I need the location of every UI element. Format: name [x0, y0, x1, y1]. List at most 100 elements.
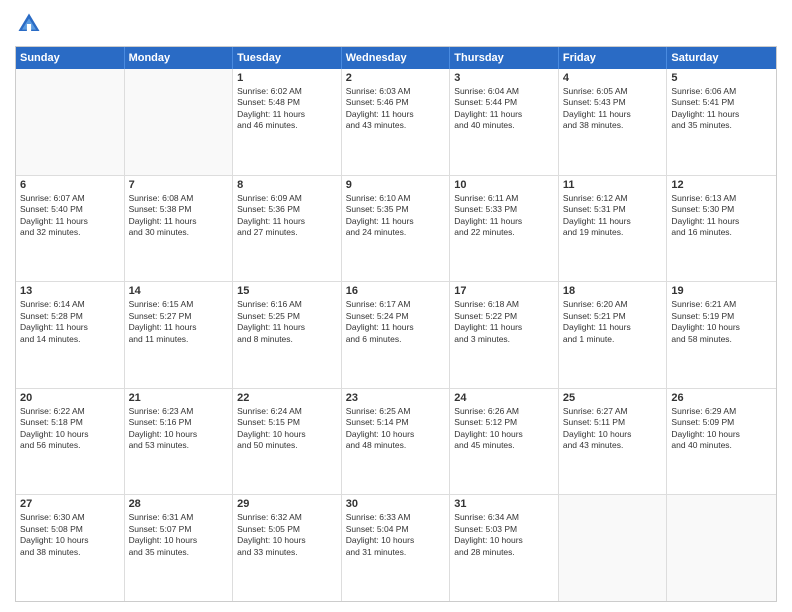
day-number: 4 — [563, 72, 663, 84]
cell-info-line: and 40 minutes. — [671, 440, 772, 451]
calendar-cell: 27Sunrise: 6:30 AMSunset: 5:08 PMDayligh… — [16, 495, 125, 601]
day-number: 31 — [454, 498, 554, 510]
calendar-cell: 12Sunrise: 6:13 AMSunset: 5:30 PMDayligh… — [667, 176, 776, 282]
cell-info-line: and 40 minutes. — [454, 120, 554, 131]
cell-info-line: Daylight: 11 hours — [454, 322, 554, 333]
cell-info-line: Sunrise: 6:31 AM — [129, 512, 229, 523]
day-number: 29 — [237, 498, 337, 510]
calendar-cell: 18Sunrise: 6:20 AMSunset: 5:21 PMDayligh… — [559, 282, 668, 388]
day-number: 2 — [346, 72, 446, 84]
calendar-cell: 29Sunrise: 6:32 AMSunset: 5:05 PMDayligh… — [233, 495, 342, 601]
calendar: SundayMondayTuesdayWednesdayThursdayFrid… — [15, 46, 777, 602]
cell-info-line: Daylight: 10 hours — [671, 322, 772, 333]
calendar-header: SundayMondayTuesdayWednesdayThursdayFrid… — [16, 47, 776, 69]
calendar-cell: 2Sunrise: 6:03 AMSunset: 5:46 PMDaylight… — [342, 69, 451, 175]
cell-info-line: Sunset: 5:27 PM — [129, 311, 229, 322]
cell-info-line: and 19 minutes. — [563, 227, 663, 238]
calendar-cell: 7Sunrise: 6:08 AMSunset: 5:38 PMDaylight… — [125, 176, 234, 282]
cell-info-line: Daylight: 10 hours — [454, 535, 554, 546]
cell-info-line: Daylight: 11 hours — [671, 109, 772, 120]
cell-info-line: and 28 minutes. — [454, 547, 554, 558]
cell-info-line: Daylight: 10 hours — [346, 429, 446, 440]
cell-info-line: and 11 minutes. — [129, 334, 229, 345]
calendar-cell: 15Sunrise: 6:16 AMSunset: 5:25 PMDayligh… — [233, 282, 342, 388]
cell-info-line: Sunrise: 6:18 AM — [454, 299, 554, 310]
cell-info-line: Sunset: 5:09 PM — [671, 417, 772, 428]
cell-info-line: Daylight: 11 hours — [563, 216, 663, 227]
calendar-cell: 4Sunrise: 6:05 AMSunset: 5:43 PMDaylight… — [559, 69, 668, 175]
weekday-header: Wednesday — [342, 47, 451, 69]
weekday-header: Thursday — [450, 47, 559, 69]
cell-info-line: and 27 minutes. — [237, 227, 337, 238]
calendar-cell: 3Sunrise: 6:04 AMSunset: 5:44 PMDaylight… — [450, 69, 559, 175]
cell-info-line: Daylight: 10 hours — [129, 429, 229, 440]
cell-info-line: Sunset: 5:43 PM — [563, 97, 663, 108]
cell-info-line: Sunrise: 6:24 AM — [237, 406, 337, 417]
cell-info-line: Sunset: 5:12 PM — [454, 417, 554, 428]
cell-info-line: Sunset: 5:22 PM — [454, 311, 554, 322]
cell-info-line: Sunset: 5:05 PM — [237, 524, 337, 535]
logo — [15, 10, 47, 38]
cell-info-line: Daylight: 11 hours — [346, 322, 446, 333]
weekday-header: Sunday — [16, 47, 125, 69]
cell-info-line: Sunset: 5:38 PM — [129, 204, 229, 215]
cell-info-line: and 53 minutes. — [129, 440, 229, 451]
day-number: 24 — [454, 392, 554, 404]
day-number: 1 — [237, 72, 337, 84]
cell-info-line: Daylight: 11 hours — [20, 322, 120, 333]
cell-info-line: Sunset: 5:36 PM — [237, 204, 337, 215]
cell-info-line: and 8 minutes. — [237, 334, 337, 345]
cell-info-line: and 56 minutes. — [20, 440, 120, 451]
cell-info-line: Daylight: 11 hours — [563, 109, 663, 120]
cell-info-line: Sunrise: 6:08 AM — [129, 193, 229, 204]
cell-info-line: Sunrise: 6:17 AM — [346, 299, 446, 310]
cell-info-line: Sunset: 5:31 PM — [563, 204, 663, 215]
cell-info-line: and 33 minutes. — [237, 547, 337, 558]
cell-info-line: Sunrise: 6:15 AM — [129, 299, 229, 310]
day-number: 8 — [237, 179, 337, 191]
cell-info-line: and 1 minute. — [563, 334, 663, 345]
cell-info-line: Sunset: 5:21 PM — [563, 311, 663, 322]
calendar-cell: 24Sunrise: 6:26 AMSunset: 5:12 PMDayligh… — [450, 389, 559, 495]
calendar-cell: 25Sunrise: 6:27 AMSunset: 5:11 PMDayligh… — [559, 389, 668, 495]
cell-info-line: Sunset: 5:44 PM — [454, 97, 554, 108]
cell-info-line: and 46 minutes. — [237, 120, 337, 131]
cell-info-line: and 43 minutes. — [346, 120, 446, 131]
cell-info-line: and 38 minutes. — [20, 547, 120, 558]
calendar-cell — [559, 495, 668, 601]
cell-info-line: Sunrise: 6:10 AM — [346, 193, 446, 204]
weekday-header: Saturday — [667, 47, 776, 69]
day-number: 11 — [563, 179, 663, 191]
cell-info-line: Daylight: 11 hours — [563, 322, 663, 333]
cell-info-line: Sunset: 5:16 PM — [129, 417, 229, 428]
calendar-cell: 9Sunrise: 6:10 AMSunset: 5:35 PMDaylight… — [342, 176, 451, 282]
cell-info-line: Sunrise: 6:04 AM — [454, 86, 554, 97]
cell-info-line: Sunset: 5:11 PM — [563, 417, 663, 428]
cell-info-line: Daylight: 10 hours — [671, 429, 772, 440]
cell-info-line: Sunset: 5:25 PM — [237, 311, 337, 322]
day-number: 13 — [20, 285, 120, 297]
day-number: 22 — [237, 392, 337, 404]
cell-info-line: Sunrise: 6:30 AM — [20, 512, 120, 523]
day-number: 14 — [129, 285, 229, 297]
cell-info-line: Daylight: 11 hours — [237, 216, 337, 227]
cell-info-line: Sunrise: 6:14 AM — [20, 299, 120, 310]
cell-info-line: Sunrise: 6:16 AM — [237, 299, 337, 310]
cell-info-line: Sunrise: 6:06 AM — [671, 86, 772, 97]
cell-info-line: Sunset: 5:48 PM — [237, 97, 337, 108]
cell-info-line: Sunset: 5:04 PM — [346, 524, 446, 535]
calendar-cell: 22Sunrise: 6:24 AMSunset: 5:15 PMDayligh… — [233, 389, 342, 495]
calendar-cell: 31Sunrise: 6:34 AMSunset: 5:03 PMDayligh… — [450, 495, 559, 601]
day-number: 5 — [671, 72, 772, 84]
cell-info-line: Daylight: 10 hours — [563, 429, 663, 440]
calendar-cell: 1Sunrise: 6:02 AMSunset: 5:48 PMDaylight… — [233, 69, 342, 175]
cell-info-line: Daylight: 11 hours — [346, 216, 446, 227]
calendar-cell: 20Sunrise: 6:22 AMSunset: 5:18 PMDayligh… — [16, 389, 125, 495]
logo-icon — [15, 10, 43, 38]
cell-info-line: Sunset: 5:40 PM — [20, 204, 120, 215]
cell-info-line: Sunrise: 6:26 AM — [454, 406, 554, 417]
cell-info-line: Sunset: 5:07 PM — [129, 524, 229, 535]
cell-info-line: Sunrise: 6:21 AM — [671, 299, 772, 310]
day-number: 20 — [20, 392, 120, 404]
weekday-header: Monday — [125, 47, 234, 69]
